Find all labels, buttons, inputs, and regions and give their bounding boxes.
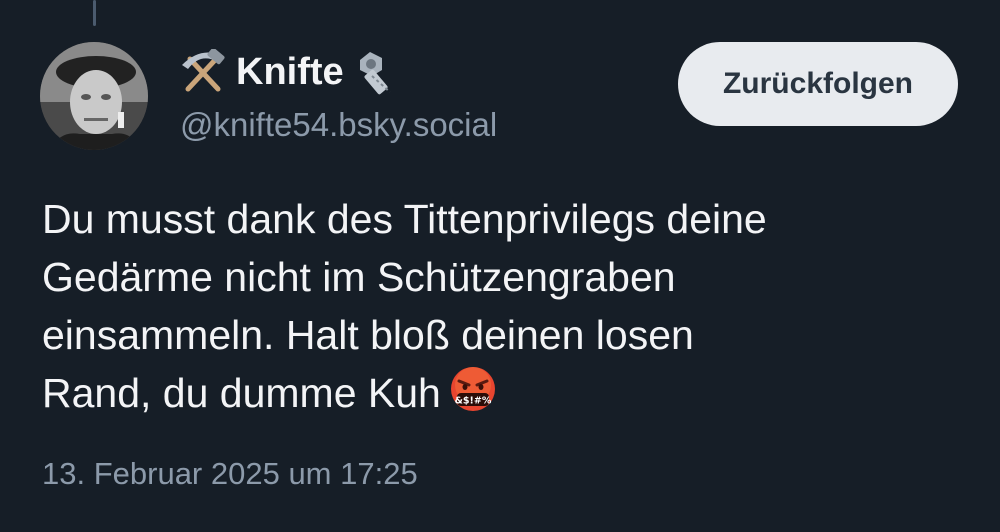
- avatar-image: [40, 42, 148, 150]
- emoji-symbols: &$!#%: [455, 396, 492, 407]
- face-with-symbols-on-mouth-icon: &$!#%: [449, 365, 497, 428]
- post-timestamp[interactable]: 13. Februar 2025 um 17:25: [42, 456, 418, 492]
- avatar[interactable]: [40, 42, 148, 150]
- post-text-line: Rand, du dumme Kuh: [42, 370, 441, 416]
- nut-and-bolt-icon: [359, 52, 391, 95]
- hammer-and-pick-icon: [182, 49, 225, 92]
- author-display-name: Knifte: [236, 50, 344, 93]
- author-handle[interactable]: @knifte54.bsky.social: [180, 106, 497, 144]
- thread-connector-line: [93, 0, 96, 26]
- post-text-line-last: Rand, du dumme Kuh &$!#%: [42, 364, 962, 428]
- post-text-line: einsammeln. Halt bloß deinen losen: [42, 312, 694, 358]
- author-name-row[interactable]: Knifte: [180, 46, 402, 98]
- post-text: Du musst dank des Tittenprivilegs deine …: [42, 190, 962, 428]
- post-text-line: Gedärme nicht im Schützengraben: [42, 254, 676, 300]
- follow-back-button[interactable]: Zurückfolgen: [678, 42, 958, 126]
- post-text-line: Du musst dank des Tittenprivilegs deine: [42, 196, 767, 242]
